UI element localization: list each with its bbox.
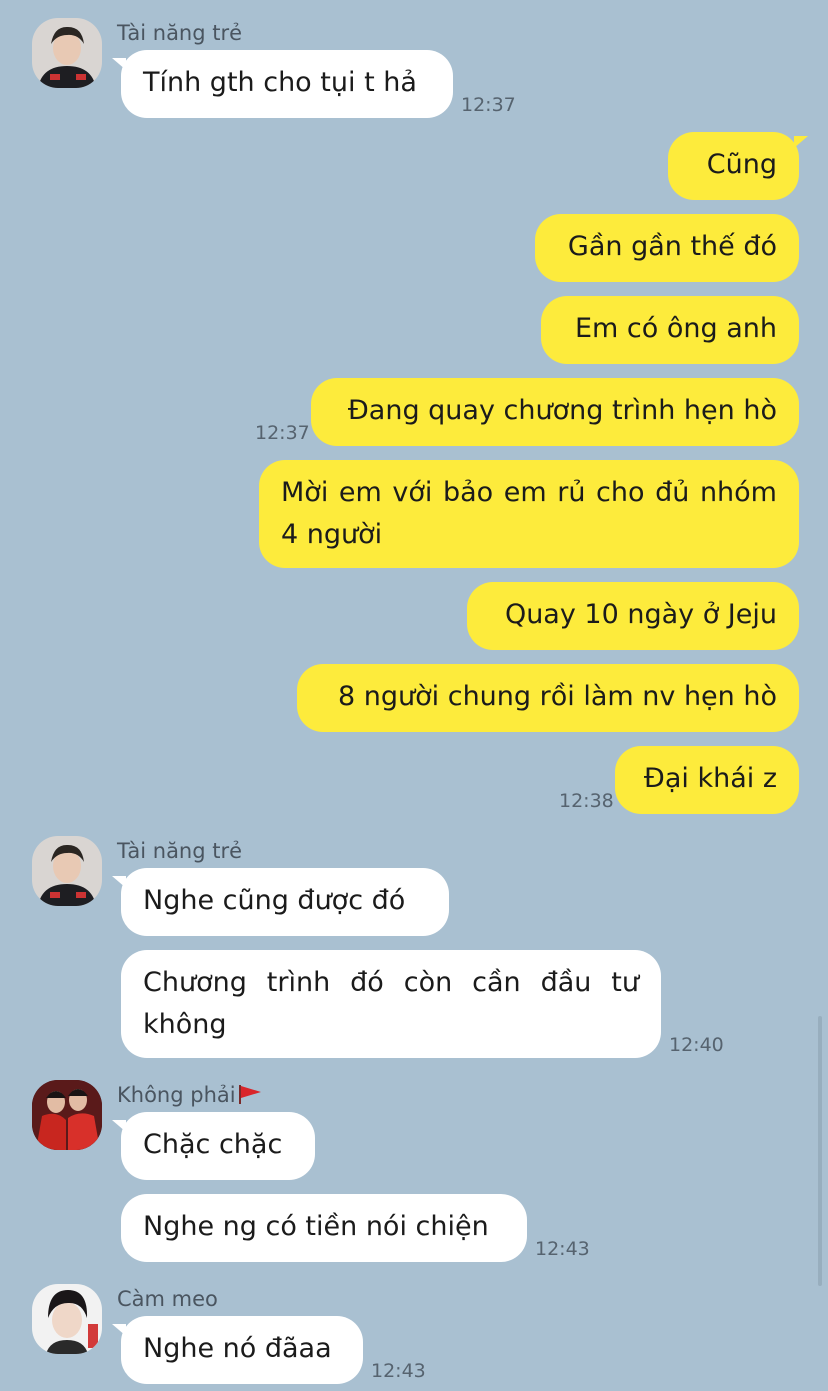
sender-name: Tài năng trẻ <box>117 839 243 863</box>
avatar-photo-icon <box>32 836 102 906</box>
message-bubble-incoming[interactable]: Chương trình đó còn cần đầu tư không <box>121 950 661 1058</box>
message-bubble-incoming[interactable]: Nghe ng có tiền nói chiện <box>121 1194 527 1262</box>
message-text: Cũng <box>706 149 777 180</box>
avatar-photo-icon <box>32 18 102 88</box>
message-text: Gần gần thế đó <box>567 231 777 262</box>
message-timestamp: 12:37 <box>461 94 516 116</box>
message-bubble-outgoing[interactable]: Đại khái z <box>615 746 799 814</box>
sender-name: Tài năng trẻ <box>117 21 243 45</box>
sender-avatar[interactable] <box>32 1080 102 1150</box>
avatar-photo-icon <box>32 1080 102 1150</box>
message-text: Quay 10 ngày ở Jeju <box>504 599 777 630</box>
message-bubble-outgoing[interactable]: Quay 10 ngày ở Jeju <box>467 582 799 650</box>
message-bubble-outgoing[interactable]: Cũng <box>668 132 808 200</box>
message-text: Nghe nó đãaa <box>143 1333 332 1364</box>
avatar-photo-icon <box>32 1284 102 1354</box>
sender-avatar[interactable] <box>32 836 102 906</box>
message-bubble-outgoing[interactable]: Gần gần thế đó <box>535 214 799 282</box>
message-timestamp: 12:40 <box>669 1034 724 1056</box>
message-timestamp: 12:38 <box>559 790 614 812</box>
message-text: Chặc chặc <box>143 1129 283 1160</box>
message-bubble-outgoing[interactable]: 8 người chung rồi làm nv hẹn hò <box>297 664 799 732</box>
message-text: Tính gth cho tụi t hả <box>143 67 417 98</box>
message-bubble-incoming[interactable]: Nghe cũng được đó <box>112 868 449 936</box>
sender-avatar[interactable] <box>32 1284 102 1354</box>
message-bubble-incoming[interactable]: Chặc chặc <box>112 1112 315 1180</box>
message-bubble-incoming[interactable]: Tính gth cho tụi t hả <box>112 50 453 118</box>
sender-name: Càm meo <box>117 1287 218 1311</box>
message-bubble-incoming[interactable]: Nghe nó đãaa <box>112 1316 363 1384</box>
sender-avatar[interactable] <box>32 18 102 88</box>
message-timestamp: 12:43 <box>535 1238 590 1260</box>
message-text: Đang quay chương trình hẹn hò <box>347 395 777 426</box>
message-bubble-outgoing[interactable]: Em có ông anh <box>541 296 799 364</box>
message-bubble-outgoing[interactable]: Đang quay chương trình hẹn hò <box>311 378 799 446</box>
message-text: Mời em với bảo em rủ cho đủ nhóm 4 người <box>281 477 777 550</box>
message-text: Em có ông anh <box>574 313 777 344</box>
message-timestamp: 12:37 <box>255 422 310 444</box>
message-timestamp: 12:43 <box>371 1360 426 1382</box>
message-text: 8 người chung rồi làm nv hẹn hò <box>338 681 777 712</box>
message-text: Nghe cũng được đó <box>143 885 406 916</box>
sender-name: Không phải <box>117 1082 263 1108</box>
message-text: Đại khái z <box>643 763 777 794</box>
chat-message-list[interactable]: Tài năng trẻ Tính gth cho tụi t hả 12:37… <box>0 0 828 1391</box>
message-text: Chương trình đó còn cần đầu tư không <box>143 967 639 1040</box>
red-flag-icon <box>238 1085 261 1104</box>
message-bubble-outgoing[interactable]: Mời em với bảo em rủ cho đủ nhóm 4 người <box>259 460 799 568</box>
scrollbar[interactable] <box>818 1016 822 1286</box>
message-text: Nghe ng có tiền nói chiện <box>143 1211 489 1242</box>
